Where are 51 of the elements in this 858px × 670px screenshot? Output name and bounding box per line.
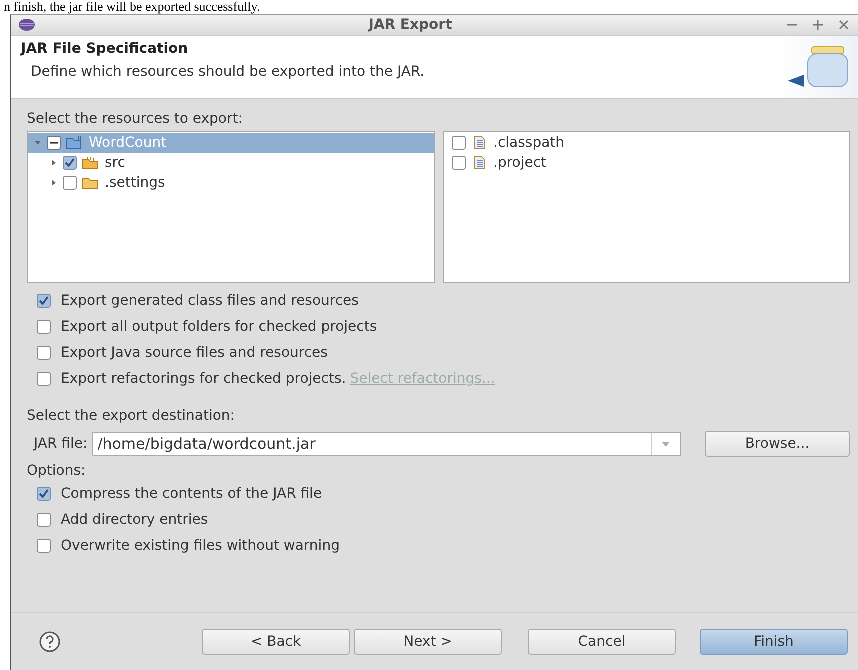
file-label[interactable]: .project [494, 155, 547, 171]
checkbox[interactable] [37, 513, 51, 527]
jar-file-field[interactable]: /home/bigdata/wordcount.jar [92, 432, 651, 456]
document-text: n finish, the jar file will be exported successfully. [3, 0, 262, 14]
dialog-button[interactable]: < Back [202, 629, 350, 655]
checkbox[interactable] [63, 156, 77, 170]
checkbox[interactable] [37, 487, 51, 501]
dialog-button[interactable]: Finish [700, 629, 848, 655]
help-icon[interactable] [39, 631, 61, 653]
expander-icon[interactable] [34, 139, 42, 147]
dialog-button[interactable]: Cancel [528, 629, 676, 655]
file-label[interactable]: .classpath [494, 135, 565, 151]
checkbox-label: Compress the contents of the JAR file [61, 486, 322, 502]
tree-item-label[interactable]: .settings [105, 175, 166, 191]
checkbox[interactable] [47, 136, 61, 150]
close-icon[interactable] [838, 19, 850, 31]
checkbox[interactable] [63, 176, 77, 190]
caret-icon [662, 442, 670, 446]
page-description: Define which resources should be exported into the JAR. [31, 64, 426, 80]
checkbox-label: Export generated class files and resources [61, 293, 359, 309]
tree-item-label[interactable]: src [105, 155, 126, 171]
expander-icon[interactable] [50, 179, 58, 187]
checkbox-label: Export refactorings for checked projects. [61, 371, 346, 387]
file-icon [474, 136, 486, 150]
field-label: JAR file: [34, 436, 88, 452]
window-title: JAR Export [367, 17, 454, 33]
browse-button[interactable]: Browse... [705, 431, 850, 457]
checkbox-label: Export Java source files and resources [61, 345, 328, 361]
section-label: Select the export destination: [27, 408, 236, 426]
section-label: Select the resources to export: [27, 111, 244, 129]
project-folder-icon [66, 136, 84, 150]
checkbox-label: Overwrite existing files without warning [61, 538, 340, 554]
checkbox[interactable] [37, 294, 51, 308]
expander-icon[interactable] [50, 159, 58, 167]
checkbox[interactable] [37, 539, 51, 553]
checkbox[interactable] [452, 156, 466, 170]
checkbox-label: Export all output folders for checked projects [61, 319, 378, 335]
section-label: Options: [27, 463, 87, 481]
maximize-icon[interactable] [812, 19, 824, 31]
dialog-button[interactable]: Next > [354, 629, 502, 655]
checkbox[interactable] [37, 320, 51, 334]
checkbox[interactable] [37, 372, 51, 386]
dropdown-button[interactable] [651, 432, 681, 456]
folder-icon [82, 176, 100, 190]
checkbox[interactable] [37, 346, 51, 360]
file-icon [474, 156, 486, 170]
page-title: JAR File Specification [21, 41, 190, 57]
app-logo-icon [19, 19, 35, 31]
source-folder-icon [82, 156, 100, 170]
checkbox[interactable] [452, 136, 466, 150]
checkbox-label: Add directory entries [61, 512, 208, 528]
